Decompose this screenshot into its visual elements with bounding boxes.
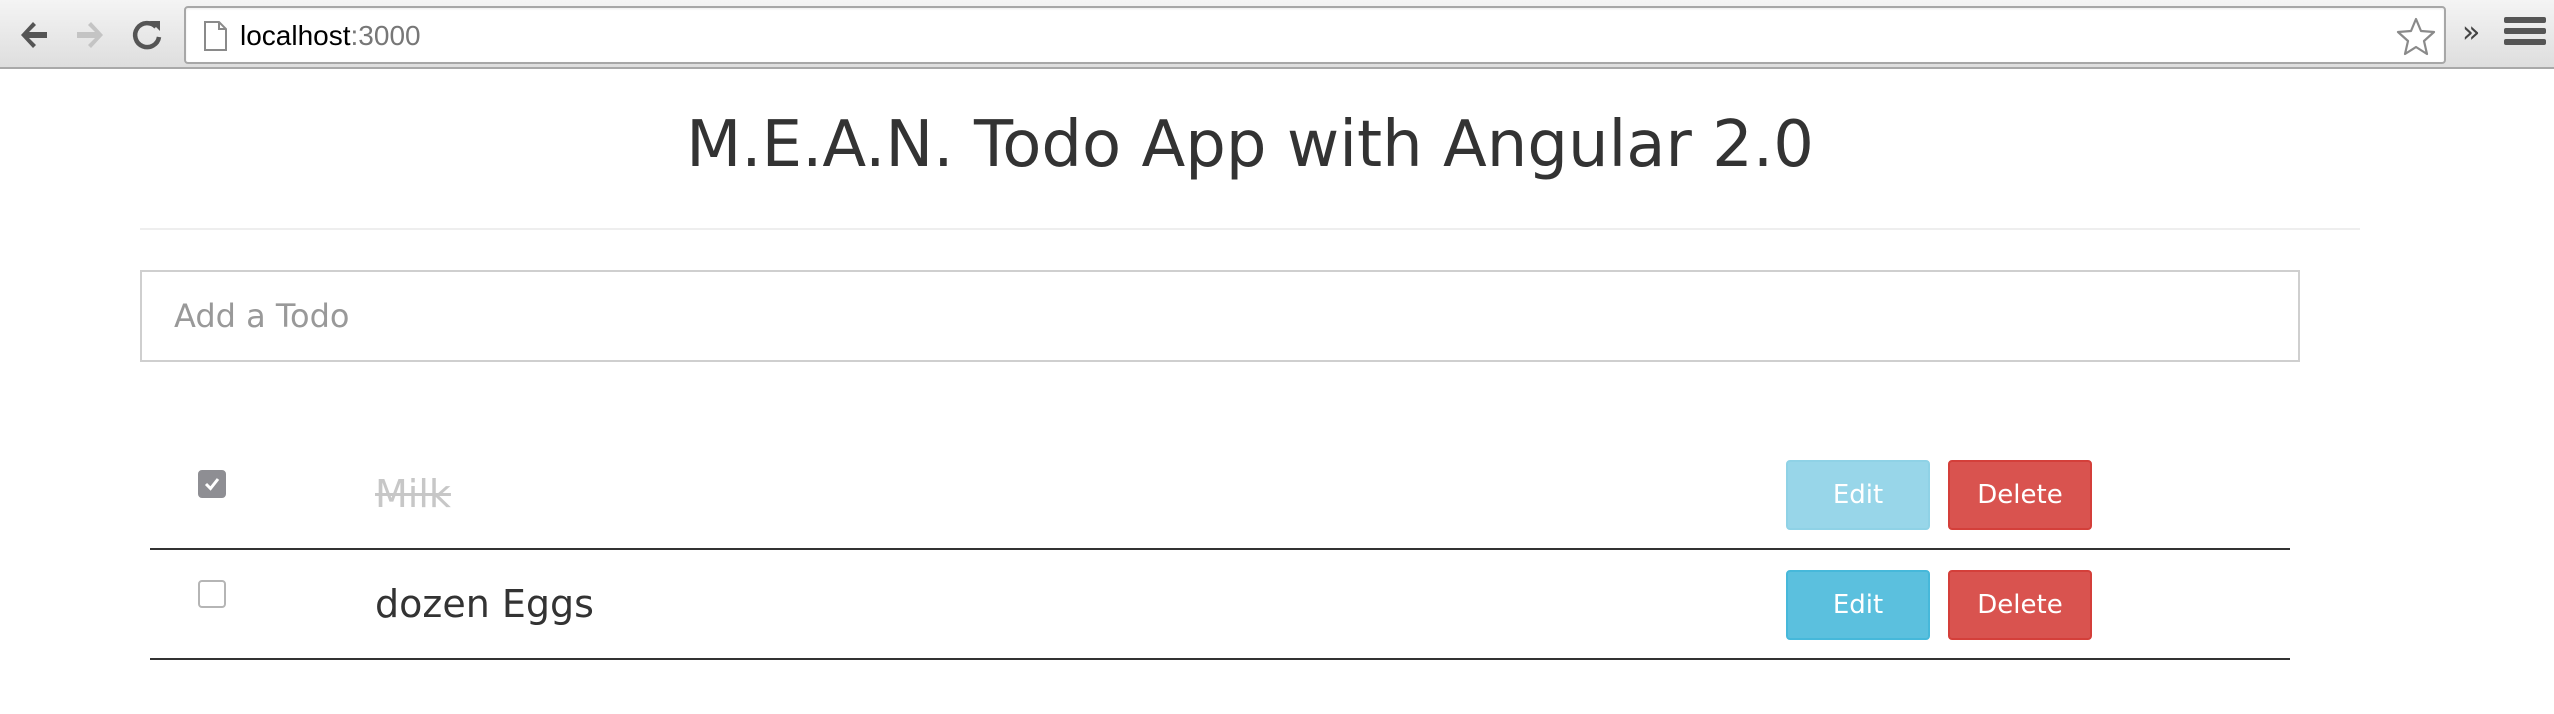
back-button[interactable] — [12, 12, 58, 58]
url-text[interactable]: localhost:3000 — [240, 19, 421, 53]
browser-toolbar: localhost:3000 » — [0, 0, 2554, 69]
delete-button[interactable]: Delete — [1948, 460, 2092, 530]
double-chevron-icon[interactable]: » — [2462, 16, 2480, 50]
todo-row: dozen Eggs Edit Delete — [150, 550, 2290, 660]
star-icon[interactable] — [2396, 16, 2436, 56]
back-arrow-icon — [21, 22, 47, 48]
page-title: M.E.A.N. Todo App with Angular 2.0 — [686, 108, 1814, 182]
address-bar[interactable]: localhost:3000 — [184, 6, 2446, 64]
todo-row: Milk Edit Delete — [150, 440, 2290, 550]
todo-title: dozen Eggs — [375, 582, 594, 626]
todo-checkbox[interactable] — [198, 580, 226, 608]
edit-button[interactable]: Edit — [1786, 570, 1930, 640]
todo-checkbox[interactable] — [198, 470, 226, 498]
edit-button[interactable]: Edit — [1786, 460, 1930, 530]
checkmark-icon — [204, 478, 220, 491]
url-port: :3000 — [350, 20, 421, 51]
url-host: localhost — [240, 20, 351, 51]
reload-button[interactable] — [124, 12, 170, 58]
add-todo-input[interactable] — [140, 270, 2300, 362]
delete-button[interactable]: Delete — [1948, 570, 2092, 640]
reload-icon — [132, 20, 162, 50]
title-divider — [140, 228, 2360, 230]
hamburger-menu-icon[interactable] — [2504, 17, 2546, 53]
todo-list: Milk Edit Delete dozen Eggs Edit Delete — [150, 440, 2290, 660]
page-icon — [204, 21, 227, 51]
todo-title: Milk — [375, 472, 451, 516]
forward-arrow-icon — [77, 22, 103, 48]
forward-button[interactable] — [66, 12, 112, 58]
